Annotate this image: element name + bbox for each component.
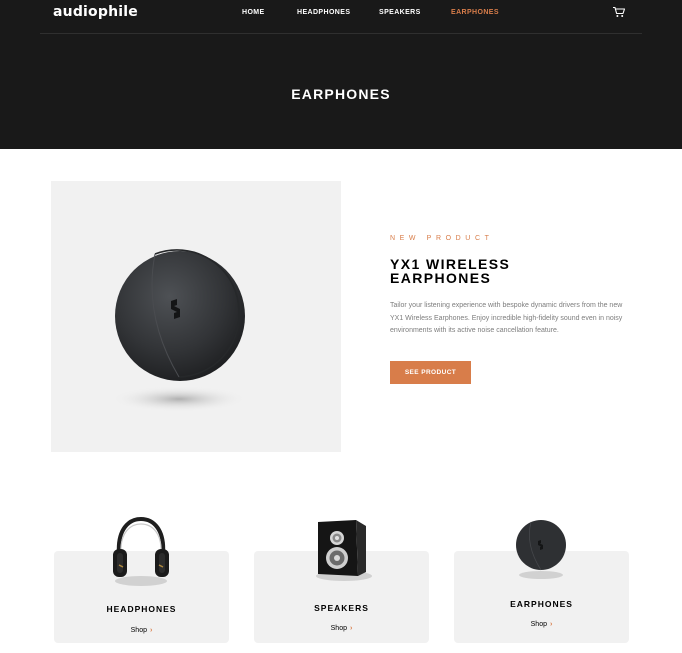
nav-speakers[interactable]: SPEAKERS [379,9,421,16]
cart-icon[interactable] [612,5,626,17]
product-name-line-2: EARPHONES [390,270,492,286]
shop-label: Shop [330,625,347,632]
category-card-headphones[interactable]: HEADPHONES Shop › [54,516,229,643]
product-image [51,181,341,452]
shop-label: Shop [130,627,147,634]
category-shop-link-earphones[interactable]: Shop › [454,621,629,628]
category-name-earphones: EARPHONES [510,599,573,609]
page-header: audiophile HOME HEADPHONES SPEAKERS EARP… [0,0,682,149]
product-name: YX1 WIRELESS EARPHONES [390,257,590,285]
nav-earphones[interactable]: EARPHONES [451,9,499,16]
chevron-right-icon: › [150,627,153,634]
chevron-right-icon: › [350,625,353,632]
product-overline: NEW PRODUCT [390,235,494,242]
headphones-image [113,516,169,586]
earphones-image [516,520,566,579]
header-divider [40,33,642,34]
product-description: Tailor your listening experience with be… [390,302,623,334]
shop-label: Shop [530,621,547,628]
category-shop-link-speakers[interactable]: Shop › [254,625,429,632]
page-title: EARPHONES [291,86,391,102]
category-name-speakers: SPEAKERS [314,603,369,613]
nav-headphones[interactable]: HEADPHONES [297,9,350,16]
chevron-right-icon: › [550,621,553,628]
category-card-speakers[interactable]: SPEAKERS Shop › [254,520,429,643]
speaker-image [316,520,372,581]
category-name-headphones: HEADPHONES [106,604,177,614]
nav-home[interactable]: HOME [242,9,265,16]
category-card-earphones[interactable]: EARPHONES Shop › [454,520,629,643]
main-nav: HOME HEADPHONES SPEAKERS EARPHONES [0,9,682,21]
see-product-button[interactable]: SEE PRODUCT [390,361,471,384]
category-shop-link-headphones[interactable]: Shop › [54,627,229,634]
